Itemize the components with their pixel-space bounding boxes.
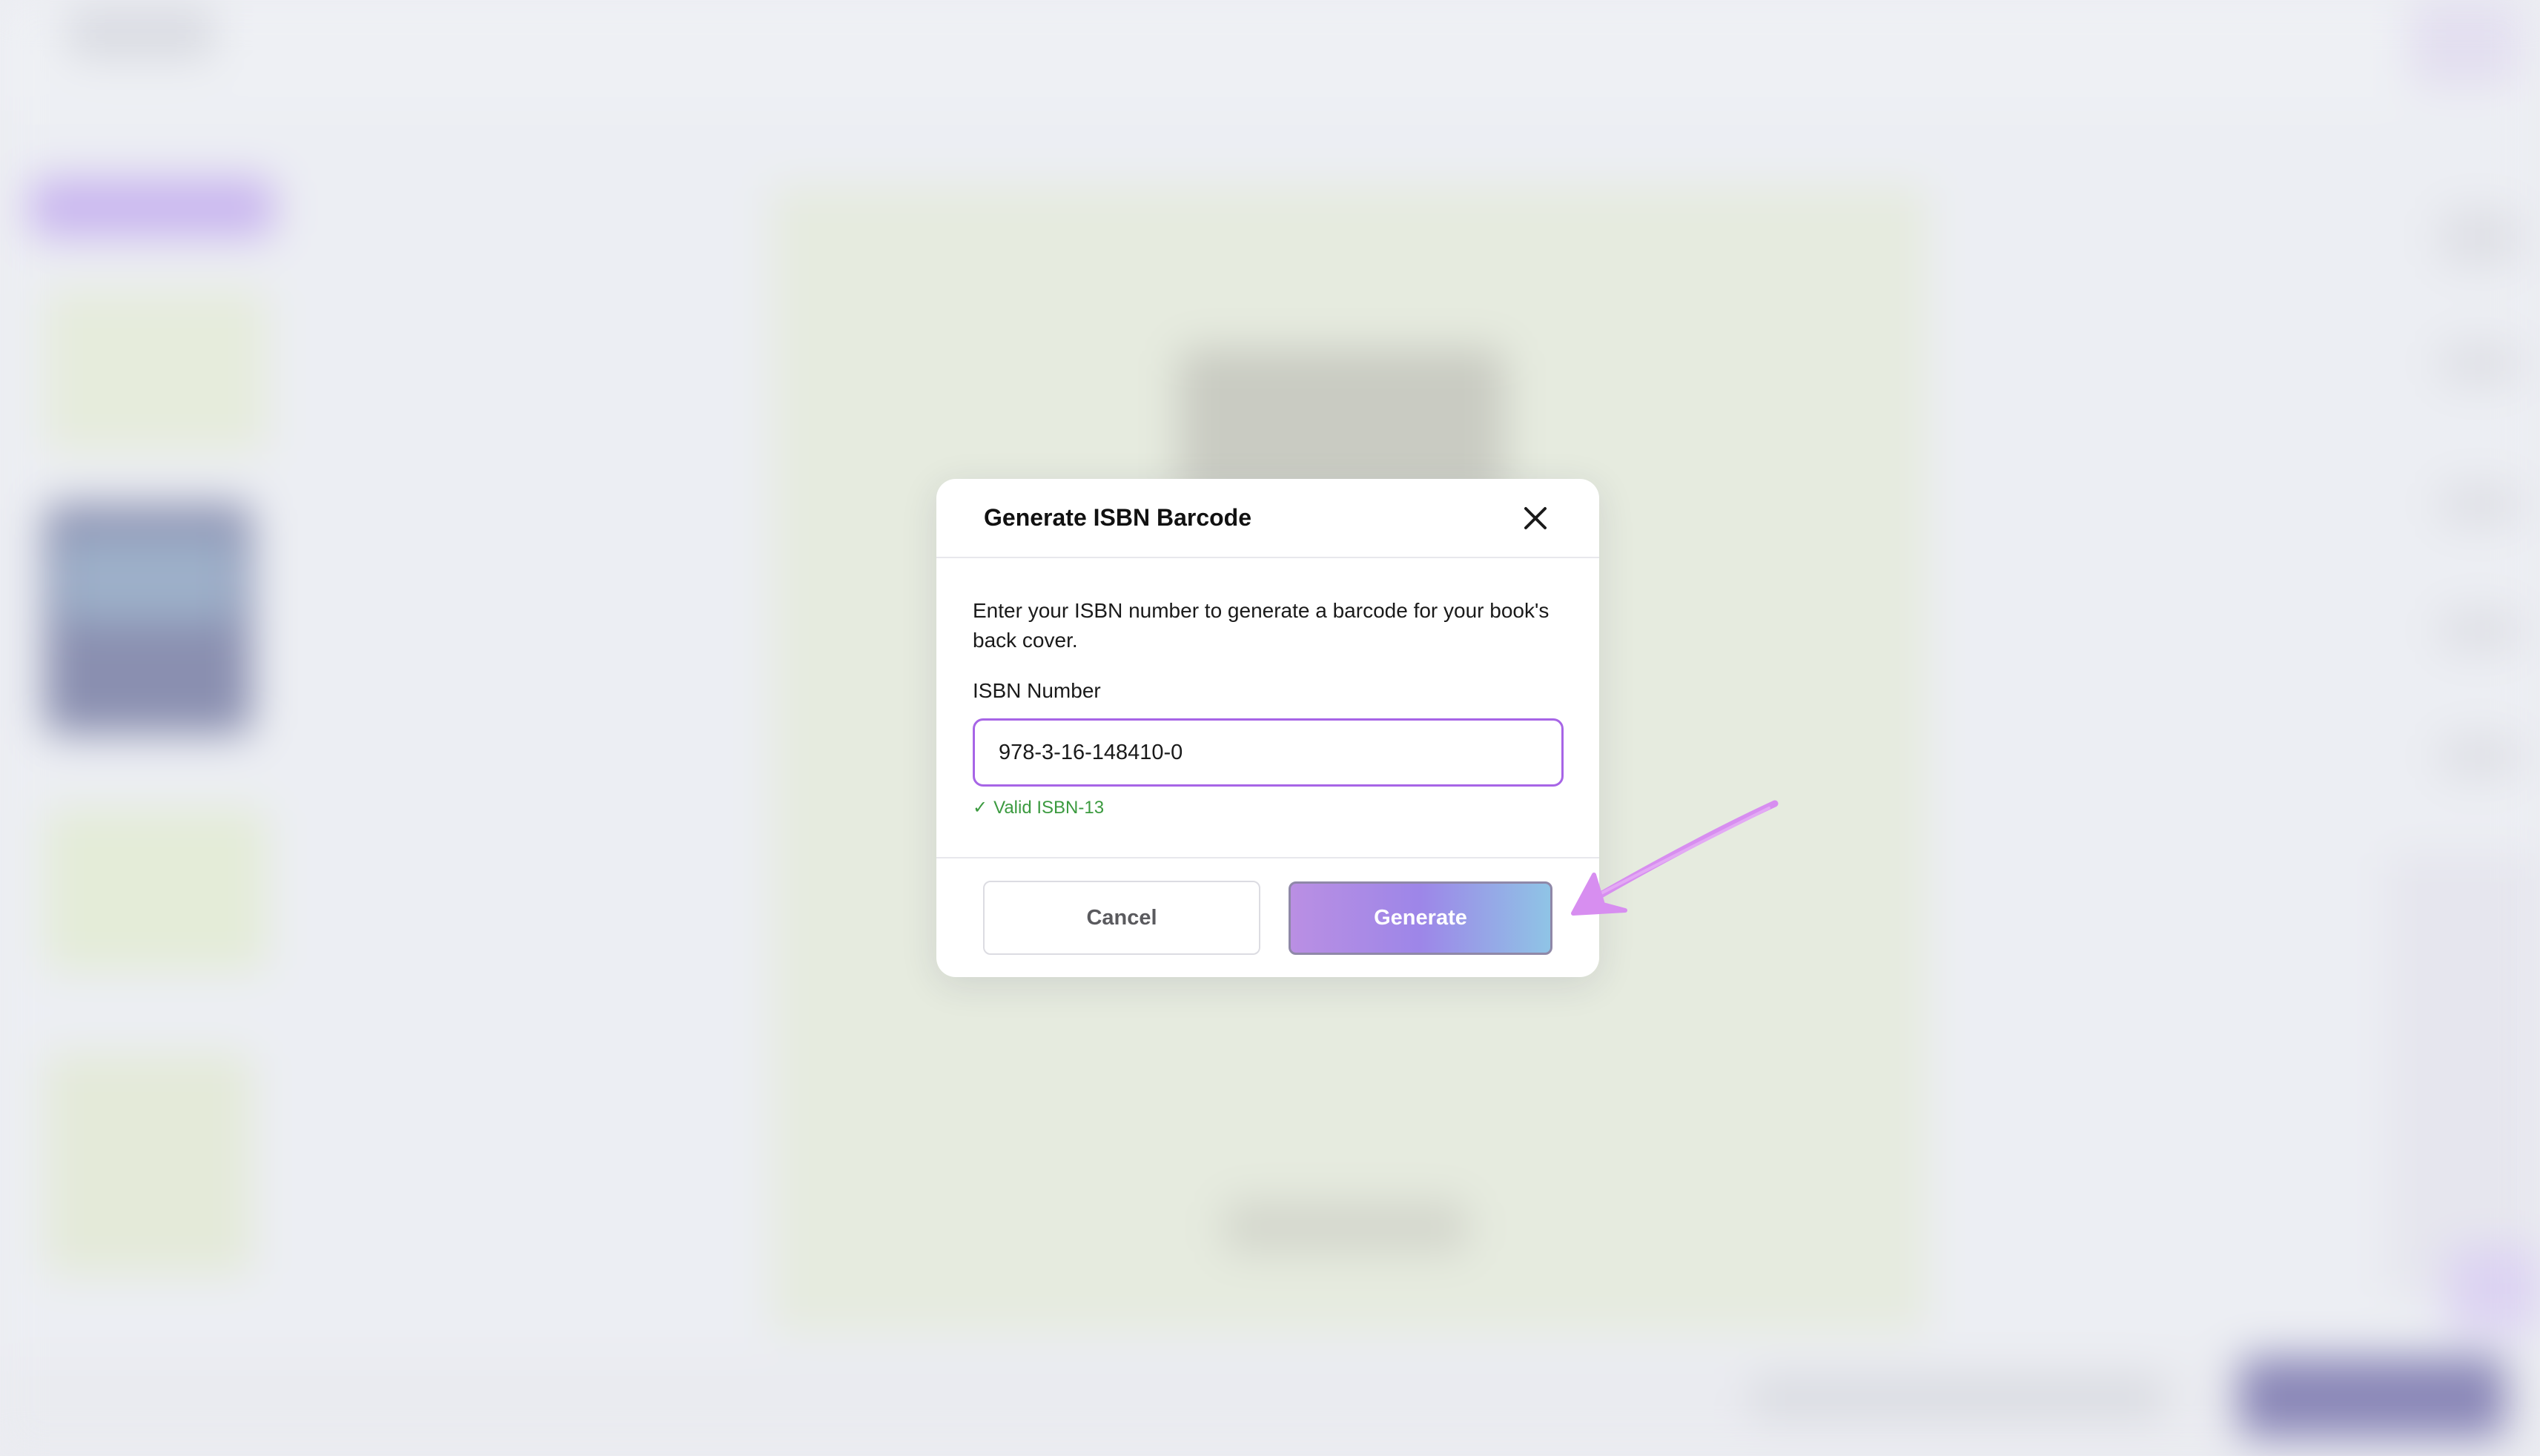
close-icon <box>1524 507 1547 529</box>
isbn-input[interactable] <box>973 718 1564 787</box>
bg-thumbnail <box>44 1053 252 1275</box>
bg-thumbnail <box>44 289 267 452</box>
bg-topright <box>2410 0 2521 89</box>
close-button[interactable] <box>1517 500 1554 537</box>
bg-tool <box>2439 208 2521 267</box>
bg-sidebar-button <box>30 178 274 237</box>
bg-tool <box>2439 734 2521 778</box>
isbn-field-label: ISBN Number <box>973 679 1101 702</box>
dialog-header: Generate ISBN Barcode <box>936 479 1599 558</box>
bg-thumbnail <box>44 808 267 971</box>
bg-accent <box>2447 1245 2540 1334</box>
bg-canvas-block <box>1179 348 1505 497</box>
dialog-description: Enter your ISBN number to generate a bar… <box>973 599 1550 652</box>
validation-text: Valid ISBN-13 <box>993 797 1105 818</box>
bg-logo <box>67 7 215 59</box>
bg-topbar <box>0 0 2540 111</box>
footer-divider <box>936 857 1599 858</box>
generate-button[interactable]: Generate <box>1289 881 1552 955</box>
bg-tool <box>2439 608 2521 652</box>
bg-tool <box>2439 341 2521 385</box>
bg-tool <box>2439 482 2521 526</box>
validation-message: ✓ Valid ISBN-13 <box>973 797 1104 818</box>
bg-bottom-text <box>1750 1375 2165 1420</box>
bg-right-panel <box>2387 853 2540 1297</box>
dialog-title: Generate ISBN Barcode <box>984 504 1252 531</box>
isbn-barcode-dialog: Generate ISBN Barcode Enter your ISBN nu… <box>936 479 1599 977</box>
arrow-icon <box>1571 800 1779 916</box>
check-icon: ✓ <box>973 798 988 818</box>
bg-bottom-button <box>2239 1357 2506 1438</box>
cancel-button[interactable]: Cancel <box>983 881 1260 955</box>
bg-thumbnail-detail <box>59 534 237 623</box>
bg-canvas-block <box>1223 1201 1468 1253</box>
